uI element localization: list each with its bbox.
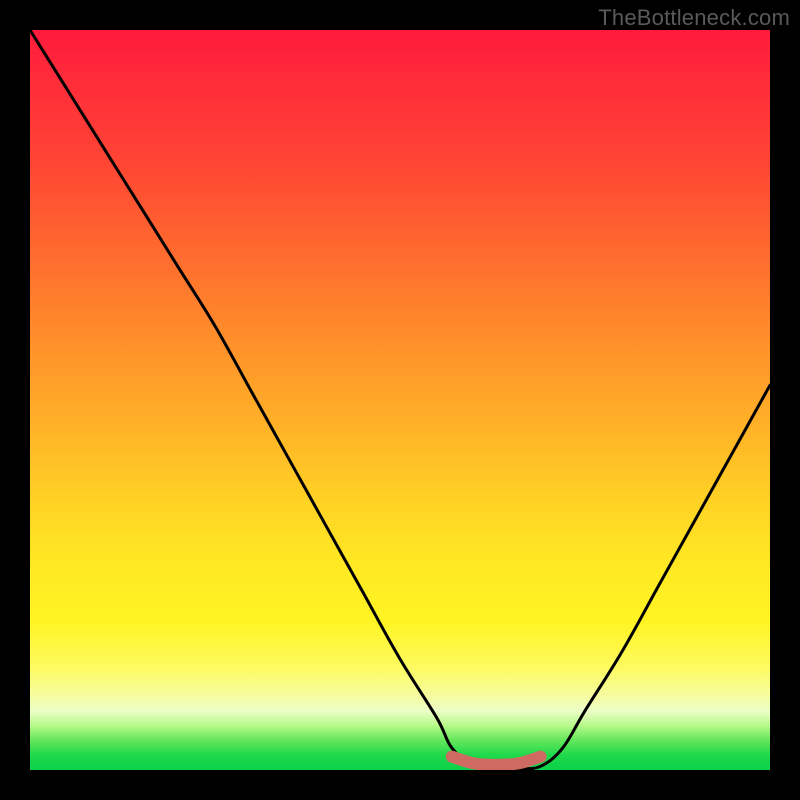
valley-marker-path xyxy=(452,757,541,765)
plot-area xyxy=(30,30,770,770)
watermark-text: TheBottleneck.com xyxy=(598,5,790,31)
chart-frame: TheBottleneck.com xyxy=(0,0,800,800)
bottleneck-curve-path xyxy=(30,30,770,769)
curve-svg xyxy=(30,30,770,770)
